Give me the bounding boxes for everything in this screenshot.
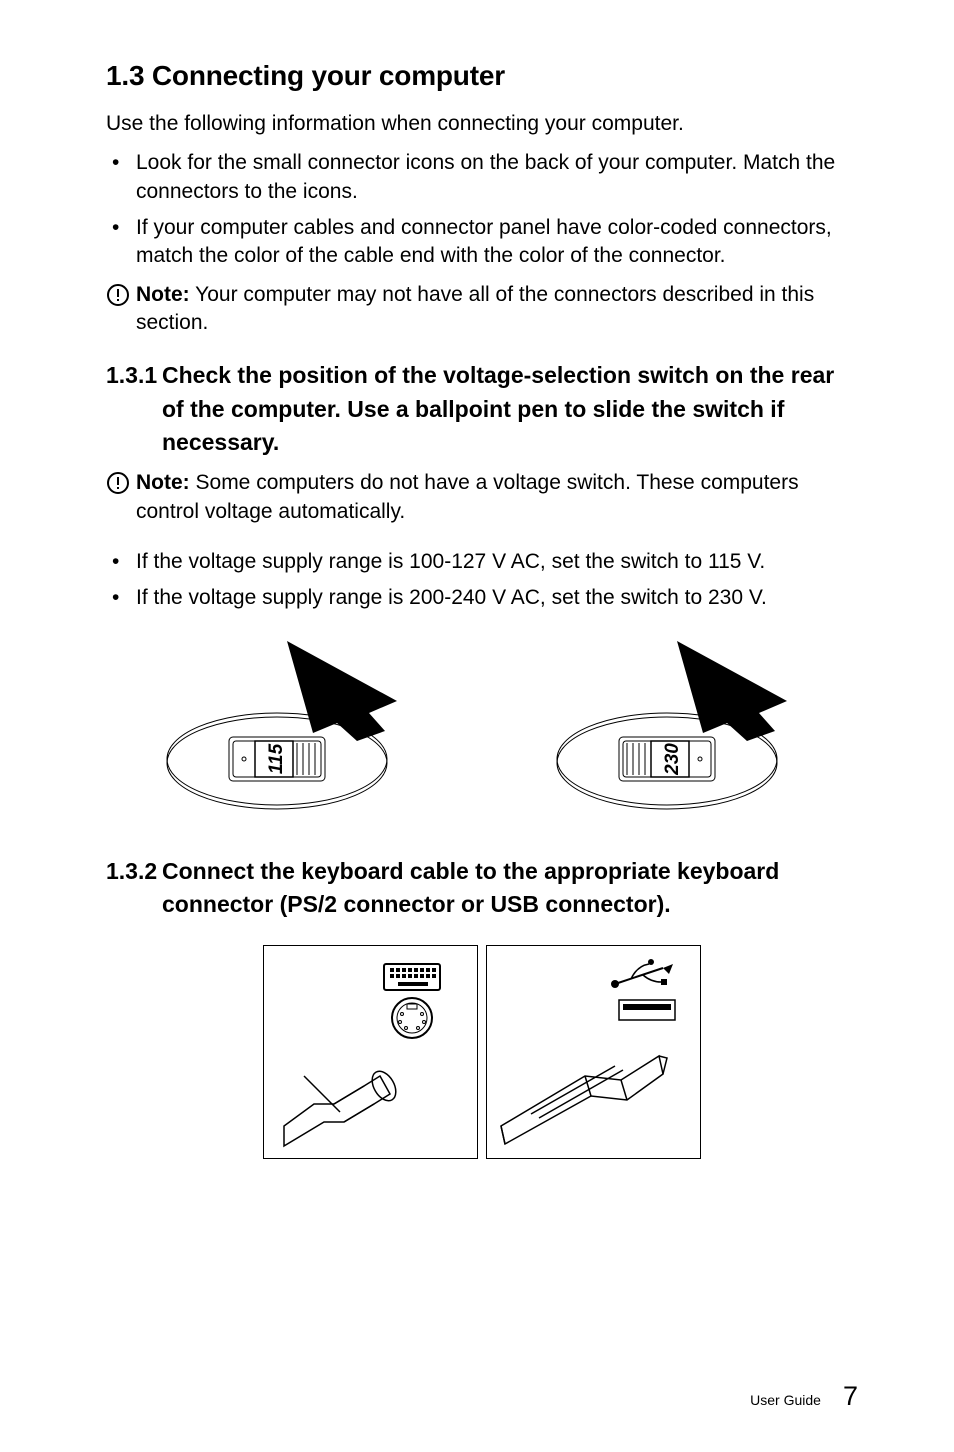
footer-label: User Guide bbox=[750, 1392, 821, 1408]
page-number: 7 bbox=[843, 1381, 858, 1412]
keyboard-connector-figure-row bbox=[106, 945, 858, 1159]
subsection-heading: 1.3.1 Check the position of the voltage-… bbox=[106, 359, 858, 459]
subsection-title: Connect the keyboard cable to the approp… bbox=[162, 855, 858, 922]
list-item: If the voltage supply range is 200-240 V… bbox=[106, 584, 858, 612]
subsection-bullet-list: If the voltage supply range is 100-127 V… bbox=[106, 548, 858, 613]
note-label: Note: bbox=[136, 283, 190, 306]
intro-paragraph: Use the following information when conne… bbox=[106, 110, 858, 137]
exclamation-circle-icon bbox=[106, 471, 136, 495]
section-heading: 1.3 Connecting your computer bbox=[106, 60, 858, 92]
intro-bullet-list: Look for the small connector icons on th… bbox=[106, 149, 858, 270]
note-block: Note: Some computers do not have a volta… bbox=[106, 469, 858, 526]
note-body: Some computers do not have a voltage swi… bbox=[136, 471, 799, 522]
usb-connector-diagram bbox=[486, 945, 701, 1159]
subsection-number: 1.3.2 bbox=[106, 855, 162, 922]
voltage-switch-115-diagram: 115 bbox=[137, 631, 437, 819]
switch-label-230: 230 bbox=[662, 742, 683, 775]
switch-label-115: 115 bbox=[266, 743, 287, 774]
voltage-switch-figure-row: 115 230 bbox=[106, 631, 858, 819]
list-item: If your computer cables and connector pa… bbox=[106, 214, 858, 271]
subsection-title: Check the position of the voltage-select… bbox=[162, 359, 858, 459]
note-text: Note: Some computers do not have a volta… bbox=[136, 469, 858, 526]
subsection-heading: 1.3.2 Connect the keyboard cable to the … bbox=[106, 855, 858, 922]
voltage-switch-230-diagram: 230 bbox=[527, 631, 827, 819]
ps2-connector-diagram bbox=[263, 945, 478, 1159]
list-item: If the voltage supply range is 100-127 V… bbox=[106, 548, 858, 576]
note-block: Note: Your computer may not have all of … bbox=[106, 281, 858, 338]
note-text: Note: Your computer may not have all of … bbox=[136, 281, 858, 338]
subsection-number: 1.3.1 bbox=[106, 359, 162, 459]
exclamation-circle-icon bbox=[106, 283, 136, 307]
page-footer: User Guide 7 bbox=[750, 1381, 858, 1412]
list-item: Look for the small connector icons on th… bbox=[106, 149, 858, 206]
note-body: Your computer may not have all of the co… bbox=[136, 283, 814, 334]
note-label: Note: bbox=[136, 471, 190, 494]
